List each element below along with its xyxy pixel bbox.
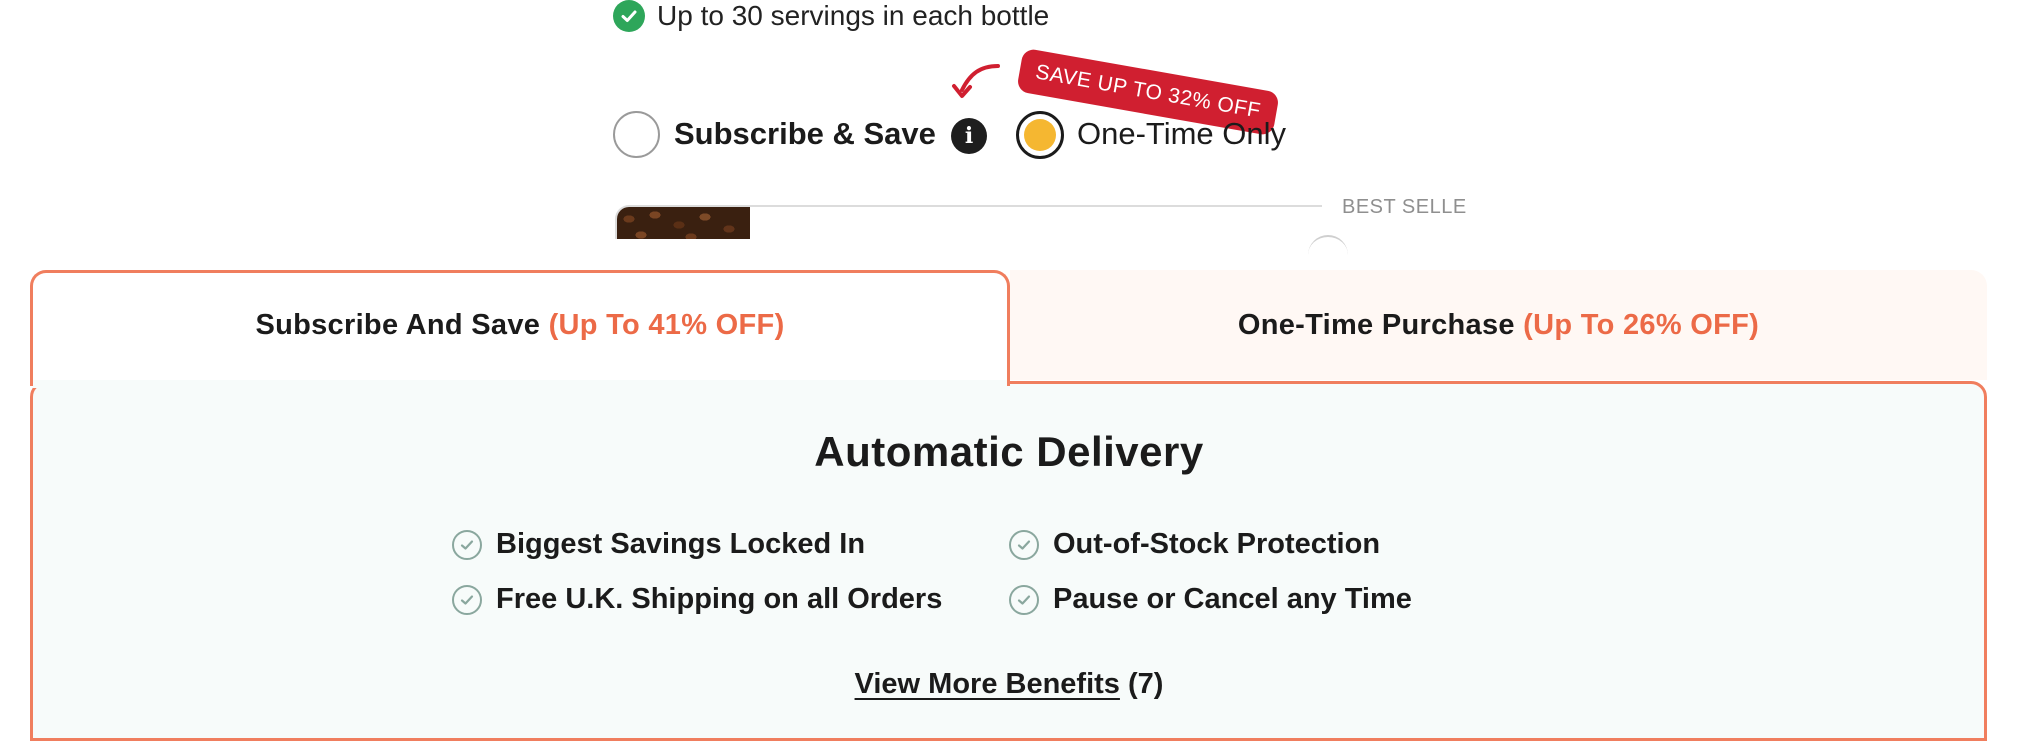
benefit-item: Pause or Cancel any Time (1009, 583, 1412, 616)
tab-label: Subscribe And Save (255, 309, 541, 341)
info-icon[interactable]: i (951, 118, 987, 154)
benefit-item: Biggest Savings Locked In (452, 528, 865, 561)
benefits-count: (7) (1128, 668, 1164, 700)
benefit-item: Free U.K. Shipping on all Orders (452, 583, 942, 616)
check-circle-icon (1009, 584, 1039, 615)
benefit-item: Out-of-Stock Protection (1009, 528, 1380, 561)
tab-discount: (Up To 26% OFF) (1523, 308, 1760, 341)
tab-one-time-purchase[interactable]: One-Time Purchase (Up To 26% OFF) (1010, 270, 1987, 380)
check-circle-icon (452, 584, 482, 615)
check-circle-icon (613, 0, 645, 32)
benefit-text: Biggest Savings Locked In (496, 528, 866, 560)
benefit-text: Pause or Cancel any Time (1053, 583, 1412, 615)
tab-label: One-Time Purchase (1237, 308, 1515, 341)
check-circle-icon (452, 529, 482, 560)
tab-discount: (Up To 41% OFF) (548, 309, 785, 341)
subscribe-option-label[interactable]: Subscribe & Save (674, 114, 936, 154)
benefit-text: Out-of-Stock Protection (1053, 528, 1381, 560)
radio-selected-dot (1024, 119, 1056, 151)
tab-connector (33, 380, 1007, 388)
benefit-text: Free U.K. Shipping on all Orders (496, 583, 943, 615)
view-more-benefits: View More Benefits (7) (0, 668, 2018, 701)
one-time-option-label[interactable]: One-Time Only (1077, 114, 1286, 154)
coffee-beans-image (617, 207, 750, 239)
panel-title: Automatic Delivery (814, 428, 1204, 475)
check-circle-icon (1009, 529, 1039, 560)
curved-arrow-icon (952, 64, 1000, 98)
servings-text: Up to 30 servings in each bottle (657, 0, 1050, 31)
subscribe-radio[interactable] (613, 111, 660, 158)
view-more-benefits-link[interactable]: View More Benefits (855, 668, 1120, 700)
product-variant-card[interactable] (615, 205, 1322, 239)
best-seller-label: BEST SELLE (1342, 196, 1467, 218)
one-time-radio[interactable] (1016, 111, 1064, 159)
tab-subscribe-and-save[interactable]: Subscribe And Save (Up To 41% OFF) (30, 270, 1010, 386)
servings-bullet: Up to 30 servings in each bottle (613, 0, 1049, 32)
